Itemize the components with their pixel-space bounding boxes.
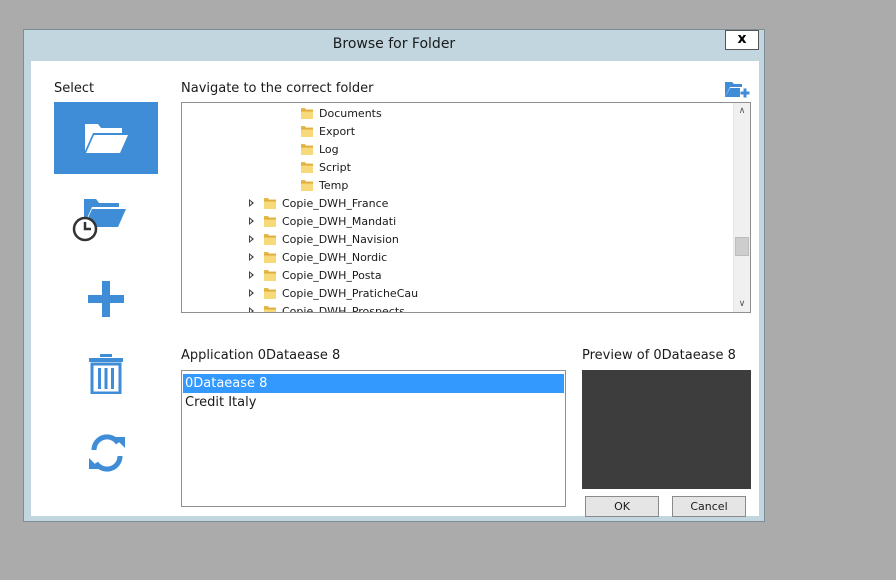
tree-item[interactable]: Log — [300, 141, 339, 159]
refresh-icon — [89, 434, 125, 472]
tree-item[interactable]: Copie_DWH_Nordic — [249, 249, 387, 267]
tree-item[interactable]: Copie_DWH_PraticheCau — [249, 285, 418, 303]
tree-item-label: Temp — [319, 179, 349, 192]
ok-button[interactable]: OK — [585, 496, 659, 517]
tree-scrollbar[interactable]: ∧ ∨ — [733, 103, 750, 312]
tree-item-label: Copie_DWH_Posta — [282, 269, 382, 282]
tree-item[interactable]: Export — [300, 123, 355, 141]
browse-folder-dialog: Browse for Folder x Select Navigate to t… — [23, 29, 765, 522]
application-item-credit-italy[interactable]: Credit Italy — [183, 393, 564, 412]
folder-icon — [263, 214, 277, 228]
close-button[interactable]: x — [725, 30, 759, 50]
plus-icon — [88, 281, 124, 317]
tree-item[interactable]: Script — [300, 159, 351, 177]
folder-icon — [263, 250, 277, 264]
folder-icon — [263, 196, 277, 210]
folder-tree[interactable]: Documents Export Log Script Temp Copie_DWH_Fr… — [181, 102, 751, 313]
dialog-title: Browse for Folder — [332, 36, 456, 52]
application-item-0dataease[interactable]: 0Dataease 8 — [183, 374, 564, 393]
scroll-thumb[interactable] — [735, 237, 749, 256]
application-label: Application 0Dataease 8 — [181, 348, 341, 363]
tree-item[interactable]: Temp — [300, 177, 348, 195]
sidebar-title: Select — [54, 81, 95, 96]
tree-item[interactable]: Copie_DWH_France — [249, 195, 388, 213]
tree-item[interactable]: Copie_DWH_Posta — [249, 267, 382, 285]
folder-icon — [300, 160, 314, 174]
tree-item-label: Log — [319, 143, 339, 156]
scroll-down-arrow[interactable]: ∨ — [734, 296, 750, 312]
sidebar-recent-button[interactable] — [54, 183, 158, 255]
tree-item-label: Copie_DWH_PraticheCau — [282, 287, 419, 300]
tree-item-label: Copie_DWH_Mandati — [282, 215, 397, 228]
sidebar-browse-button[interactable] — [54, 102, 158, 174]
title-bar[interactable]: Browse for Folder x — [24, 30, 764, 60]
expand-arrow-icon[interactable] — [249, 199, 254, 207]
tree-item-label: Documents — [319, 107, 382, 120]
folder-icon — [300, 124, 314, 138]
folder-icon — [300, 142, 314, 156]
application-list[interactable]: 0Dataease 8 Credit Italy — [181, 370, 566, 507]
tree-item[interactable]: Copie_DWH_Mandati — [249, 213, 396, 231]
tree-item-label: Copie_DWH_Navision — [282, 233, 399, 246]
expand-arrow-icon[interactable] — [249, 217, 254, 225]
sidebar-add-button[interactable] — [54, 263, 158, 335]
folder-icon — [263, 304, 277, 312]
expand-arrow-icon[interactable] — [249, 253, 254, 261]
sidebar-refresh-button[interactable] — [54, 421, 158, 493]
folder-icon — [263, 268, 277, 282]
folder-open-icon — [85, 124, 128, 153]
tree-item-label: Copie_DWH_Prospects — [282, 305, 405, 313]
folder-recent-icon — [72, 199, 126, 242]
preview-pane — [582, 370, 751, 489]
tree-item-label: Script — [319, 161, 351, 174]
cancel-button[interactable]: Cancel — [672, 496, 746, 517]
folder-icon — [263, 232, 277, 246]
preview-label: Preview of 0Dataease 8 — [582, 348, 736, 363]
navigate-label: Navigate to the correct folder — [181, 81, 374, 96]
tree-item-label: Export — [319, 125, 356, 138]
folder-icon — [300, 106, 314, 120]
tree-item-label: Copie_DWH_Nordic — [282, 251, 388, 264]
trash-icon — [89, 354, 123, 394]
folder-icon — [300, 178, 314, 192]
folder-icon — [263, 286, 277, 300]
expand-arrow-icon[interactable] — [249, 235, 254, 243]
tree-item-label: Copie_DWH_France — [282, 197, 389, 210]
sidebar-delete-button[interactable] — [54, 341, 158, 413]
scroll-up-arrow[interactable]: ∧ — [734, 103, 750, 119]
expand-arrow-icon[interactable] — [249, 307, 254, 312]
tree-item[interactable]: Documents — [300, 105, 382, 123]
new-folder-icon[interactable] — [724, 79, 750, 99]
dialog-client-area: Select Navigate to the correct folder Do… — [31, 61, 759, 517]
expand-arrow-icon[interactable] — [249, 289, 254, 297]
tree-item[interactable]: Copie_DWH_Prospects — [249, 303, 405, 313]
expand-arrow-icon[interactable] — [249, 271, 254, 279]
tree-item[interactable]: Copie_DWH_Navision — [249, 231, 399, 249]
